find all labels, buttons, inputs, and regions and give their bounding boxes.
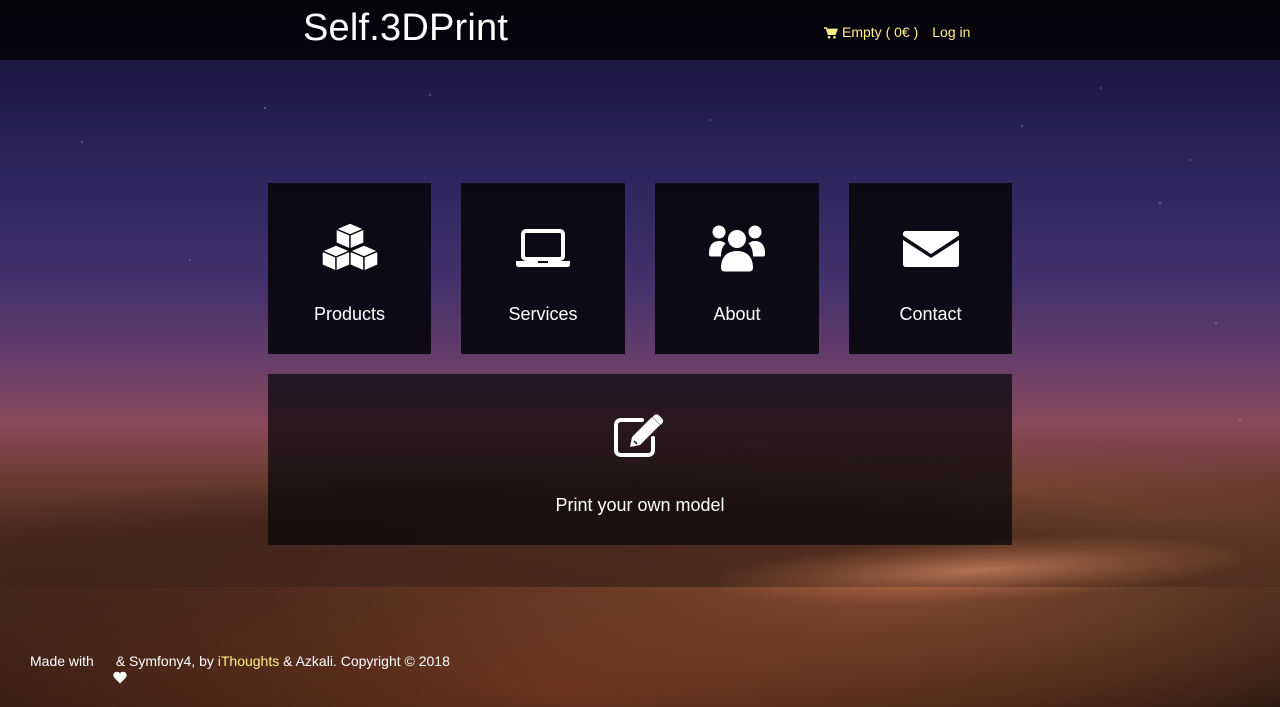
cubes-icon (320, 221, 380, 277)
contact-label: Contact (899, 304, 962, 324)
print-own-model-tile[interactable]: Print your own model (268, 374, 1012, 545)
edit-icon (612, 414, 668, 460)
services-tile[interactable]: Services (461, 183, 625, 354)
footer-symfony-text: & Symfony4, by (115, 653, 214, 669)
background-stars (0, 0, 1280, 707)
top-navbar: Self.3DPrint Empty ( 0€ ) Log in (0, 0, 1280, 60)
envelope-icon (901, 221, 961, 277)
products-tile[interactable]: Products (268, 183, 431, 354)
services-label: Services (508, 304, 578, 324)
footer: Made with & Symfony4, by iThoughts & Azk… (30, 653, 450, 683)
laptop-icon (513, 221, 573, 277)
heart-icon (98, 655, 127, 683)
login-link[interactable]: Log in (932, 24, 970, 40)
ithoughts-link[interactable]: iThoughts (218, 653, 279, 669)
nav-right: Empty ( 0€ ) Log in (824, 23, 970, 41)
products-label: Products (313, 304, 386, 324)
print-own-model-label: Print your own model (555, 495, 725, 515)
brand-logo-link[interactable]: Self.3DPrint (303, 7, 508, 49)
contact-tile[interactable]: Contact (849, 183, 1012, 354)
footer-copyright: & Azkali. Copyright © 2018 (283, 653, 450, 669)
shopping-cart-icon (824, 26, 838, 39)
cart-link[interactable]: Empty ( 0€ ) (824, 24, 918, 40)
footer-made-with: Made with (30, 653, 94, 669)
users-icon (707, 221, 767, 277)
cart-label: Empty ( 0€ ) (842, 24, 919, 40)
about-tile[interactable]: About (655, 183, 819, 354)
about-label: About (713, 304, 761, 324)
